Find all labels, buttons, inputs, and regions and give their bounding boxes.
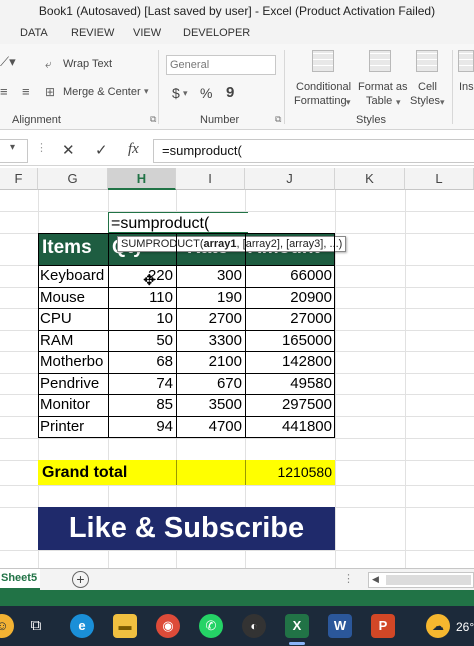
- active-cell[interactable]: =sumproduct(: [108, 212, 248, 233]
- merge-icon: ⊞: [45, 85, 56, 99]
- conditional-formatting-label-2[interactable]: Formatting: [294, 95, 347, 107]
- column-header-g[interactable]: G: [38, 168, 108, 190]
- insert-function-icon[interactable]: fx: [128, 141, 139, 158]
- cell-styles-dropdown-icon[interactable]: ▾: [440, 97, 445, 108]
- task-view-icon[interactable]: ⧉: [24, 614, 48, 638]
- column-header-k[interactable]: K: [335, 168, 405, 190]
- excel-window: Book1 (Autosaved) [Last saved by user] -…: [0, 0, 474, 646]
- status-bar: [0, 590, 474, 606]
- column-header-j[interactable]: J: [245, 168, 335, 190]
- scrollbar-thumb[interactable]: [386, 575, 471, 585]
- add-sheet-icon[interactable]: +: [72, 571, 89, 588]
- alignment-launcher-icon[interactable]: ⧉: [150, 114, 156, 125]
- horizontal-scrollbar[interactable]: ◀: [368, 572, 474, 588]
- format-as-table-dropdown-icon[interactable]: ▾: [396, 97, 401, 108]
- format-as-table-label-2[interactable]: Table: [366, 95, 392, 107]
- scroll-left-icon[interactable]: ◀: [372, 574, 379, 585]
- number-format-value: General: [170, 59, 210, 71]
- window-title: Book1 (Autosaved) [Last saved by user] -…: [0, 0, 474, 22]
- conditional-formatting-label-1[interactable]: Conditional: [296, 81, 351, 93]
- tab-split-grip-icon[interactable]: ⋮: [343, 572, 354, 585]
- whatsapp-icon[interactable]: ✆: [199, 614, 223, 638]
- group-label-number: Number: [200, 114, 240, 126]
- column-header-l[interactable]: L: [405, 168, 474, 190]
- conditional-formatting-dropdown-icon[interactable]: ▾: [346, 97, 351, 108]
- tab-data[interactable]: DATA: [20, 27, 48, 39]
- cancel-icon[interactable]: ✕: [62, 141, 75, 159]
- weather-icon[interactable]: ☁: [426, 614, 450, 638]
- weather-temperature[interactable]: 26°: [456, 620, 474, 634]
- powerpoint-icon[interactable]: P: [371, 614, 395, 638]
- column-header-f[interactable]: F: [0, 168, 38, 190]
- ribbon: ⟋▾ ≡ ≡ ⤶ Wrap Text ⊞ Merge & Center ▾ Ge…: [0, 44, 474, 130]
- sheet-tab-bar: Sheet5 + ⋮ ◀: [0, 568, 474, 591]
- app-icon[interactable]: ◐: [242, 614, 266, 638]
- currency-dropdown-icon[interactable]: ▾: [183, 88, 188, 99]
- grand-total-label[interactable]: Grand total: [42, 462, 172, 483]
- emoji-icon[interactable]: ☺: [0, 614, 14, 638]
- group-label-alignment: Alignment: [12, 114, 61, 126]
- formula-bar: ▾ ⋮ ✕ ✓ fx =sumproduct(: [0, 136, 474, 166]
- enter-icon[interactable]: ✓: [95, 141, 108, 159]
- indent-increase-icon[interactable]: ≡: [22, 84, 30, 99]
- format-as-table-label-1[interactable]: Format as: [358, 81, 408, 93]
- ribbon-tabs: DATA REVIEW VIEW DEVELOPER: [0, 22, 474, 44]
- tab-developer[interactable]: DEVELOPER: [183, 27, 250, 39]
- name-box-dropdown-icon[interactable]: ▾: [10, 142, 15, 153]
- cell-styles-label-2[interactable]: Styles: [410, 95, 440, 107]
- merge-dropdown-icon[interactable]: ▾: [144, 86, 149, 97]
- excel-icon[interactable]: X: [285, 614, 309, 638]
- formula-bar-grip-icon: ⋮: [36, 142, 47, 154]
- ribbon-separator: [158, 50, 159, 124]
- column-header-h[interactable]: H: [108, 168, 176, 190]
- orientation-icon[interactable]: ⟋▾: [0, 54, 16, 70]
- excel-active-indicator: [289, 642, 305, 645]
- tab-review[interactable]: REVIEW: [71, 27, 114, 39]
- sheet-tab[interactable]: Sheet5: [0, 569, 40, 591]
- column-header-i[interactable]: I: [176, 168, 245, 190]
- like-subscribe-banner: Like & Subscribe: [38, 507, 335, 550]
- edge-icon[interactable]: e: [70, 614, 94, 638]
- wrap-text-button[interactable]: Wrap Text: [63, 58, 112, 70]
- merge-center-button[interactable]: Merge & Center: [63, 86, 141, 98]
- conditional-formatting-icon: [312, 50, 334, 72]
- grand-total-value[interactable]: 1210580: [245, 462, 335, 483]
- insert-cells-icon: [458, 50, 474, 72]
- taskbar: ☺ ⧉ e ▬ ◉ ✆ ◐ X W P ☁ 26°: [0, 606, 474, 646]
- insert-cells-label[interactable]: Ins: [459, 81, 474, 93]
- number-launcher-icon[interactable]: ⧉: [275, 114, 281, 125]
- file-explorer-icon[interactable]: ▬: [113, 614, 137, 638]
- number-format-dropdown[interactable]: General: [166, 55, 276, 75]
- ribbon-separator: [452, 50, 453, 124]
- chrome-icon[interactable]: ◉: [156, 614, 180, 638]
- name-box[interactable]: ▾: [0, 139, 28, 163]
- formula-input[interactable]: =sumproduct(: [153, 139, 474, 163]
- word-icon[interactable]: W: [328, 614, 352, 638]
- wrap-text-icon: ⤶: [45, 57, 52, 71]
- table-border: [38, 233, 335, 438]
- percent-button[interactable]: %: [200, 85, 212, 101]
- ribbon-separator: [284, 50, 285, 124]
- format-as-table-icon: [369, 50, 391, 72]
- group-label-styles: Styles: [356, 114, 386, 126]
- cell-styles-label-1[interactable]: Cell: [418, 81, 437, 93]
- cell-cursor-icon: ✥: [143, 272, 156, 289]
- currency-button[interactable]: $: [172, 85, 180, 101]
- comma-style-button[interactable]: 9: [226, 84, 234, 101]
- cell-styles-icon: [416, 50, 438, 72]
- tab-view[interactable]: VIEW: [133, 27, 161, 39]
- indent-icon[interactable]: ≡: [0, 84, 8, 99]
